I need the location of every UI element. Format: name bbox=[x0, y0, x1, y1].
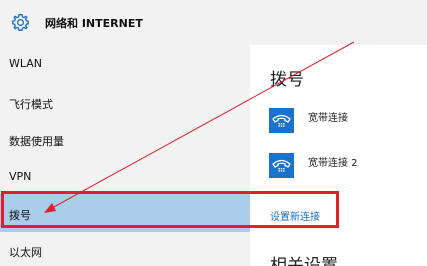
sidebar-item-data-usage[interactable]: 数据使用量 bbox=[0, 120, 250, 156]
section-title: 拨号 bbox=[270, 70, 304, 90]
page-title: 网络和 INTERNET bbox=[45, 17, 143, 30]
setup-new-connection-link[interactable]: 设置新连接 bbox=[270, 208, 320, 223]
dialup-phone-icon bbox=[269, 153, 294, 178]
sidebar-item-label: 飞行模式 bbox=[9, 98, 53, 111]
sidebar-item-label: 拨号 bbox=[9, 209, 31, 222]
connection-item-broadband-2[interactable]: 宽带连接 2 bbox=[269, 153, 419, 183]
sidebar-item-label: WLAN bbox=[9, 57, 43, 70]
header: 网络和 INTERNET bbox=[0, 0, 427, 45]
settings-window: 网络和 INTERNET WLAN 飞行模式 数据使用量 VPN 拨号 以太网 … bbox=[0, 0, 427, 266]
sidebar-item-label: 数据使用量 bbox=[9, 135, 64, 148]
sidebar-item-dialup[interactable]: 拨号 bbox=[0, 194, 250, 232]
connection-label: 宽带连接 bbox=[308, 113, 348, 124]
gear-icon bbox=[12, 14, 29, 31]
sidebar-item-ethernet[interactable]: 以太网 bbox=[0, 232, 250, 266]
sidebar-item-label: VPN bbox=[9, 170, 32, 183]
dialup-phone-icon bbox=[269, 108, 294, 133]
connection-label: 宽带连接 2 bbox=[308, 158, 358, 169]
sidebar-item-wlan[interactable]: WLAN bbox=[0, 45, 250, 81]
related-settings-title: 相关设置 bbox=[270, 256, 338, 266]
sidebar-item-label: 以太网 bbox=[9, 246, 42, 259]
sidebar-item-airplane-mode[interactable]: 飞行模式 bbox=[0, 83, 250, 119]
connection-item-broadband[interactable]: 宽带连接 bbox=[269, 108, 419, 138]
sidebar-item-vpn[interactable]: VPN bbox=[0, 158, 250, 194]
main-content: 拨号 宽带连接 宽带连接 2 设置新连接 相关设置 bbox=[250, 45, 427, 266]
sidebar: WLAN 飞行模式 数据使用量 VPN 拨号 以太网 bbox=[0, 45, 250, 266]
